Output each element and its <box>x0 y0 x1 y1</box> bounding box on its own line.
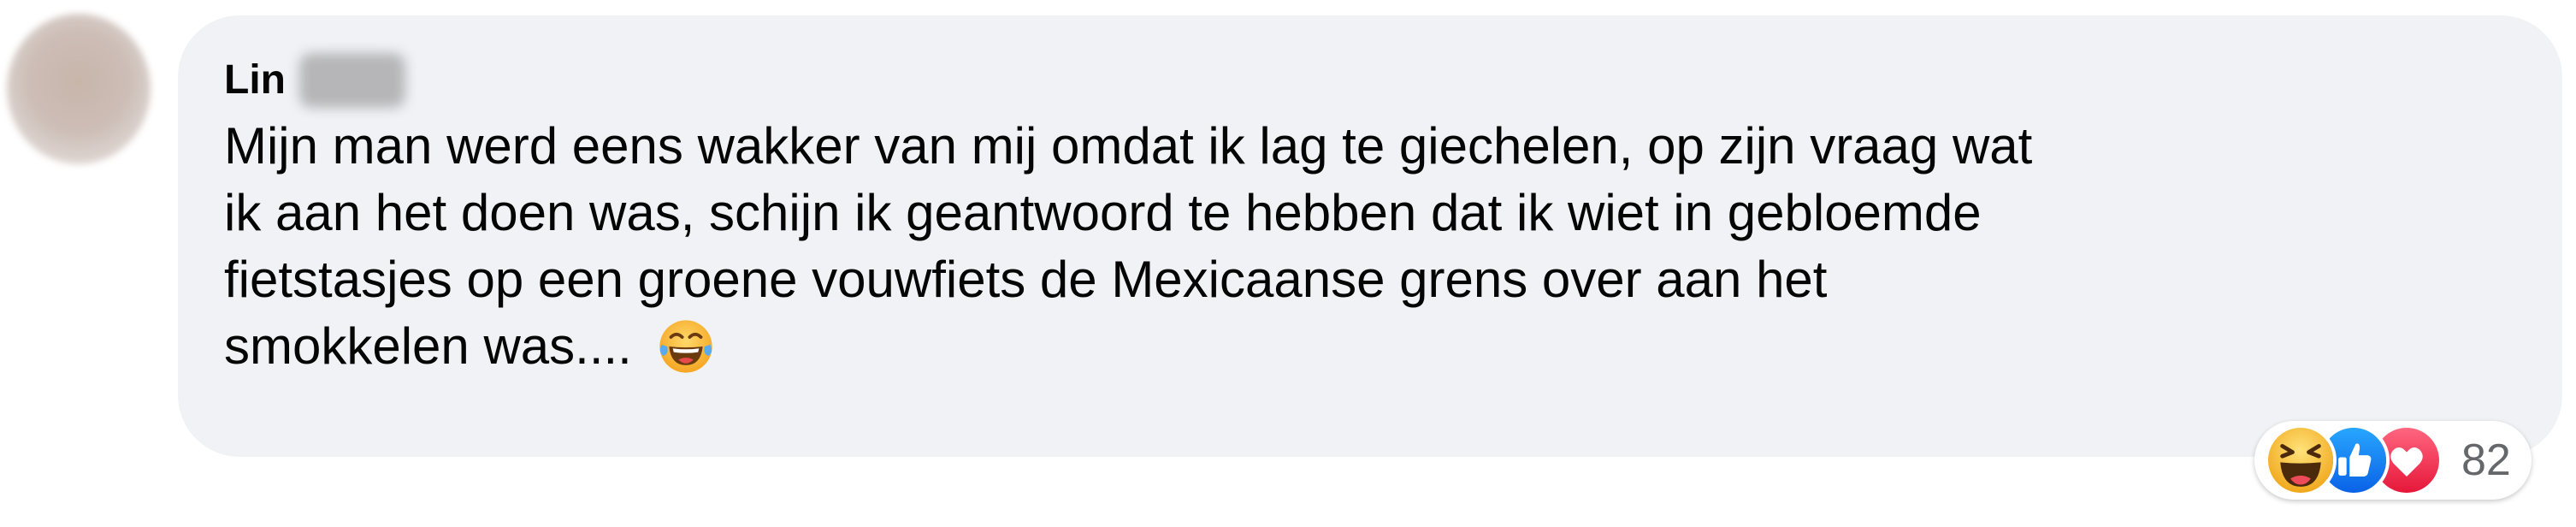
comment-line: smokkelen was.... <box>224 317 632 375</box>
comment-text: Mijn man werd eens wakker van mij omdat … <box>224 113 2533 380</box>
avatar[interactable] <box>7 14 151 164</box>
comment-line: fietstasjes op een groene vouwfiets de M… <box>224 251 1828 308</box>
haha-reaction-icon <box>2265 424 2337 496</box>
author-name[interactable]: Lin <box>224 60 286 101</box>
comment-line-last: smokkelen was.... <box>224 313 2533 380</box>
comment-container: Lin Mijn man werd eens wakker van mij om… <box>0 0 2576 527</box>
comment-author[interactable]: Lin <box>224 53 405 108</box>
laughing-tears-emoji-icon <box>659 320 712 373</box>
author-surname-redacted <box>298 53 405 108</box>
reaction-count: 82 <box>2461 435 2511 485</box>
comment-line: ik aan het doen was, schijn ik geantwoor… <box>224 184 1982 241</box>
reactions-summary[interactable]: 82 <box>2254 421 2532 500</box>
reaction-icons <box>2265 424 2443 496</box>
comment-line: Mijn man werd eens wakker van mij omdat … <box>224 117 2033 175</box>
